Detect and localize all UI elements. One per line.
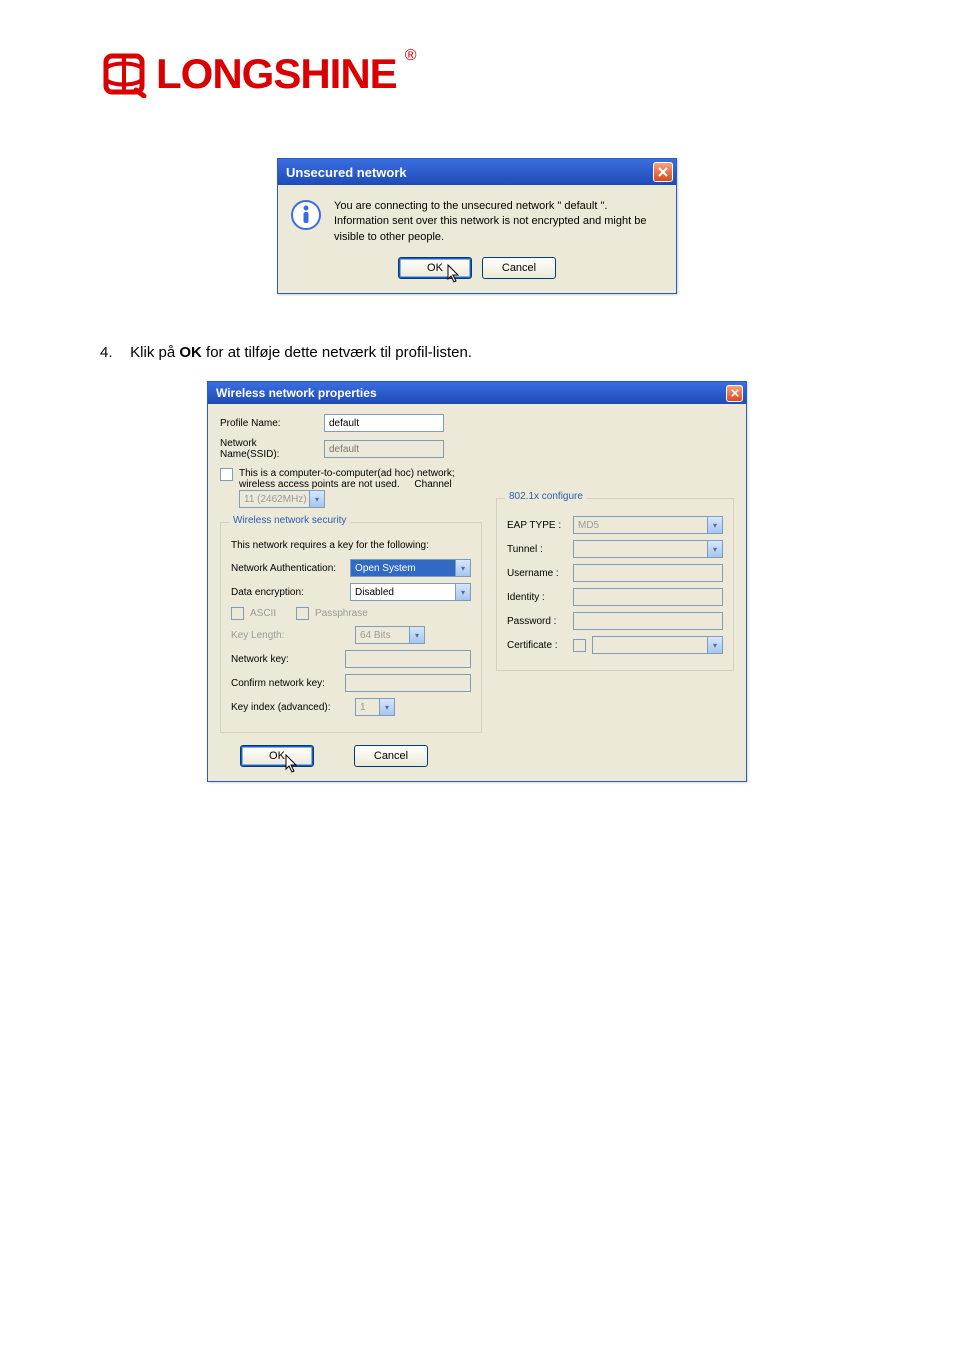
ok-button[interactable]: OK	[240, 745, 314, 767]
profile-name-label: Profile Name:	[220, 418, 318, 429]
cancel-button-label: Cancel	[502, 262, 536, 274]
ok-button-label: OK	[427, 262, 443, 274]
identity-label: Identity :	[507, 592, 567, 603]
ascii-checkbox	[231, 607, 244, 620]
identity-input	[573, 588, 723, 606]
keyindex-label: Key index (advanced):	[231, 702, 349, 713]
auth-label: Network Authentication:	[231, 563, 344, 574]
adhoc-checkbox[interactable]	[220, 468, 233, 481]
close-icon	[731, 389, 739, 397]
chevron-down-icon: ▾	[455, 560, 470, 576]
brand-logo: LONGSHINE ®	[100, 50, 854, 98]
certificate-label: Certificate :	[507, 640, 567, 651]
keyindex-select: 1▾	[355, 698, 395, 716]
chevron-down-icon: ▾	[707, 637, 722, 653]
chevron-down-icon: ▾	[707, 541, 722, 557]
confirmkey-label: Confirm network key:	[231, 678, 339, 689]
chevron-down-icon: ▾	[455, 584, 470, 600]
brand-name: LONGSHINE	[156, 50, 397, 98]
chevron-down-icon: ▾	[309, 491, 324, 507]
info-icon	[290, 199, 322, 231]
networkkey-input	[345, 650, 471, 668]
8021x-group-title: 802.1x configure	[505, 491, 587, 502]
8021x-group: 802.1x configure EAP TYPE : MD5▾ Tunnel …	[496, 498, 734, 671]
ok-button[interactable]: OK	[398, 257, 472, 279]
close-button[interactable]	[726, 385, 743, 402]
instruction-post: for at tilføje dette netværk til profil-…	[202, 344, 472, 361]
encryption-label: Data encryption:	[231, 587, 344, 598]
chevron-down-icon: ▾	[379, 699, 394, 715]
auth-value: Open System	[355, 563, 416, 574]
security-group-title: Wireless network security	[229, 515, 350, 526]
instruction-bold: OK	[179, 344, 202, 361]
ssid-input	[324, 440, 444, 458]
passphrase-label: Passphrase	[315, 608, 368, 619]
requires-key-text: This network requires a key for the foll…	[231, 540, 471, 551]
password-input	[573, 612, 723, 630]
dialog1-title: Unsecured network	[286, 165, 407, 180]
ascii-label: ASCII	[250, 608, 290, 619]
ok-button-label: OK	[269, 750, 285, 762]
step-number: 4.	[100, 344, 126, 361]
unsecured-network-dialog: Unsecured network You are connecting to …	[277, 158, 677, 294]
dialog2-title: Wireless network properties	[216, 386, 377, 400]
certificate-checkbox	[573, 639, 586, 652]
chevron-down-icon: ▾	[707, 517, 722, 533]
tunnel-label: Tunnel :	[507, 544, 567, 555]
password-label: Password :	[507, 616, 567, 627]
cursor-icon	[285, 754, 299, 774]
channel-label: Channel	[414, 479, 451, 490]
username-label: Username :	[507, 568, 567, 579]
keylength-value: 64 Bits	[360, 630, 391, 641]
logo-icon	[100, 50, 148, 98]
channel-select: 11 (2462MHz)▾	[239, 490, 325, 508]
username-input	[573, 564, 723, 582]
channel-value: 11 (2462MHz)	[244, 494, 307, 505]
encryption-value: Disabled	[355, 587, 394, 598]
reg-mark: ®	[405, 47, 417, 65]
security-group: Wireless network security This network r…	[220, 522, 482, 733]
chevron-down-icon: ▾	[409, 627, 424, 643]
keylength-label: Key Length:	[231, 630, 349, 641]
confirmkey-input	[345, 674, 471, 692]
certificate-select: ▾	[592, 636, 723, 654]
dialog2-titlebar: Wireless network properties	[208, 382, 746, 404]
dialog1-message: You are connecting to the unsecured netw…	[334, 199, 660, 245]
cancel-button-label: Cancel	[374, 750, 408, 762]
cursor-icon	[447, 264, 461, 284]
ssid-label: Network Name(SSID):	[220, 438, 318, 460]
eaptype-label: EAP TYPE :	[507, 520, 567, 531]
networkkey-label: Network key:	[231, 654, 339, 665]
auth-select[interactable]: Open System ▾	[350, 559, 471, 577]
instruction-pre: Klik på	[130, 344, 179, 361]
encryption-select[interactable]: Disabled ▾	[350, 583, 471, 601]
dialog1-titlebar: Unsecured network	[278, 159, 676, 185]
wireless-properties-dialog: Wireless network properties Profile Name…	[207, 381, 747, 782]
instruction-text: 4. Klik på OK for at tilføje dette netvæ…	[100, 344, 854, 361]
keyindex-value: 1	[360, 702, 366, 713]
cancel-button[interactable]: Cancel	[482, 257, 556, 279]
cancel-button[interactable]: Cancel	[354, 745, 428, 767]
close-button[interactable]	[653, 162, 673, 182]
eaptype-select: MD5 ▾	[573, 516, 723, 534]
keylength-select: 64 Bits ▾	[355, 626, 425, 644]
tunnel-select: ▾	[573, 540, 723, 558]
passphrase-checkbox	[296, 607, 309, 620]
close-icon	[658, 167, 668, 177]
profile-name-input[interactable]	[324, 414, 444, 432]
eaptype-value: MD5	[578, 520, 599, 531]
